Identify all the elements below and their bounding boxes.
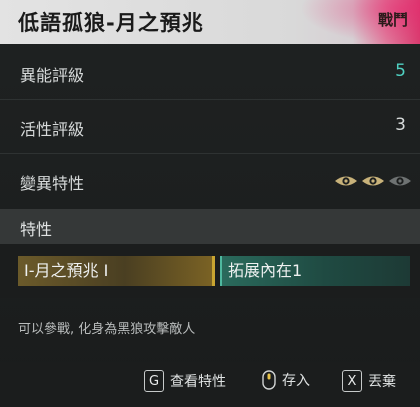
hint-label: 查看特性	[170, 374, 226, 390]
discard-action[interactable]: X 丟棄	[342, 370, 396, 392]
stat-value: 5	[395, 61, 406, 81]
stat-value: 3	[395, 115, 406, 135]
mouse-icon	[262, 370, 276, 390]
item-description: 可以參戰, 化身為黑狼攻擊敵人	[18, 322, 196, 337]
item-detail-panel: 低語孤狼-月之預兆 戰鬥 異能評級 5 活性評級 3 變異特性 特性 I-月之預…	[0, 0, 420, 407]
stat-row-ability-rating: 異能評級 5	[0, 48, 420, 100]
stat-label: 活性評級	[20, 120, 85, 139]
stat-row-activity-rating: 活性評級 3	[0, 102, 420, 154]
hint-label: 存入	[282, 373, 310, 389]
hint-label: 丟棄	[368, 374, 396, 390]
stat-label: 異能評級	[20, 66, 85, 85]
item-title: 低語孤狼-月之預兆	[18, 11, 204, 35]
traits-list: I-月之預兆 I 拓展內在1	[0, 244, 420, 298]
action-hints-bar: G 查看特性 存入 X 丟棄	[0, 362, 420, 407]
combat-badge: 戰鬥	[377, 11, 408, 29]
eye-filled-icon	[362, 176, 384, 186]
g-key-icon: G	[144, 370, 164, 392]
trait-chip-moon-omen[interactable]: I-月之預兆 I	[18, 256, 215, 286]
stat-row-mutation-trait: 變異特性	[0, 156, 420, 208]
x-key-icon: X	[342, 370, 362, 392]
view-traits-action[interactable]: G 查看特性	[144, 370, 226, 392]
panel-header: 低語孤狼-月之預兆 戰鬥	[0, 0, 420, 44]
stat-label: 變異特性	[20, 174, 85, 193]
section-label: 特性	[20, 220, 53, 239]
trait-chip-expand-inner[interactable]: 拓展內在1	[220, 256, 410, 286]
store-action[interactable]: 存入	[262, 370, 310, 390]
traits-section-header: 特性	[0, 209, 420, 244]
eye-empty-icon	[389, 176, 411, 186]
mutation-eye-rating	[334, 174, 412, 188]
eye-filled-icon	[335, 176, 357, 186]
